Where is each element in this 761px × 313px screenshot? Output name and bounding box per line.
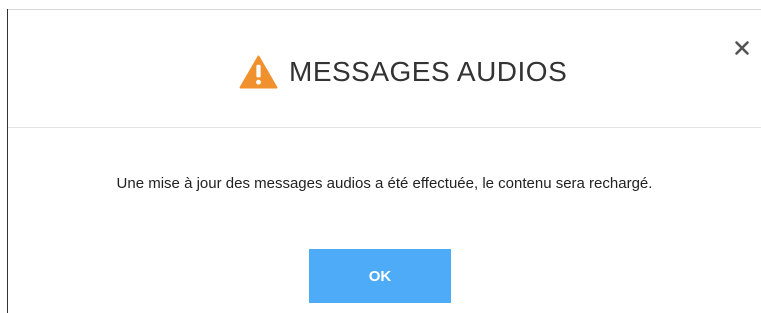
- update-dialog: MESSAGES AUDIOS Une mise à jour des mess…: [0, 0, 761, 313]
- dialog-header: MESSAGES AUDIOS: [8, 10, 761, 127]
- dialog-message: Une mise à jour des messages audios a ét…: [116, 175, 653, 192]
- warning-icon: [239, 55, 278, 89]
- dialog-title: MESSAGES AUDIOS: [289, 56, 568, 87]
- dialog-title-group: MESSAGES AUDIOS: [239, 55, 568, 89]
- ok-button[interactable]: OK: [309, 249, 451, 303]
- close-icon: [735, 41, 749, 55]
- header-divider: [8, 127, 761, 128]
- close-button[interactable]: [733, 39, 751, 57]
